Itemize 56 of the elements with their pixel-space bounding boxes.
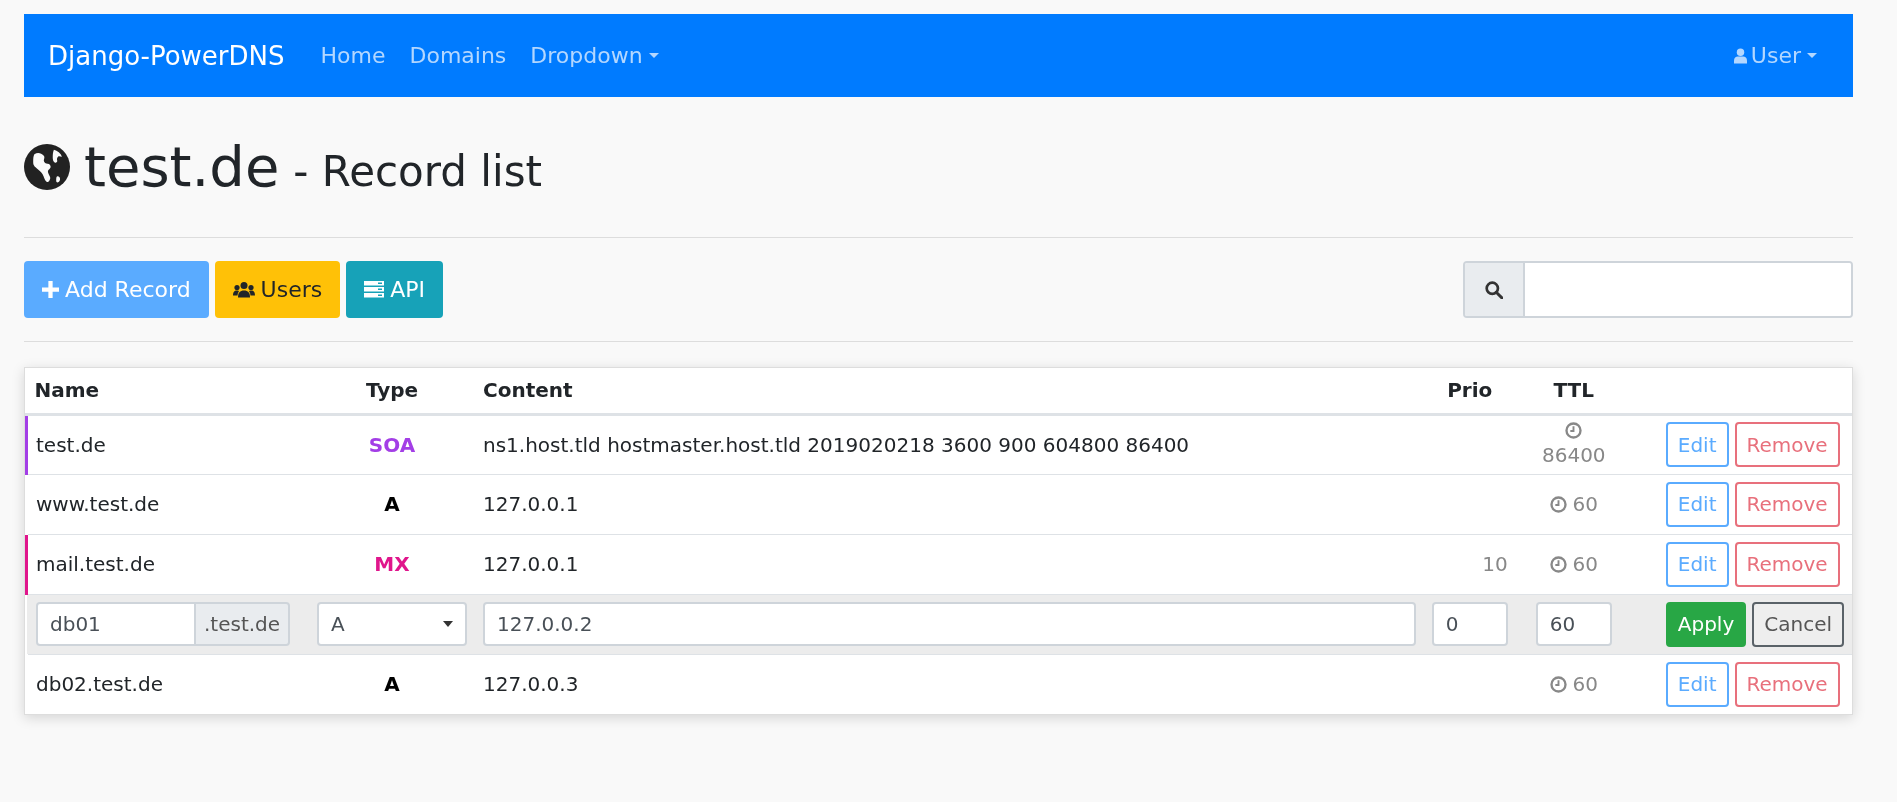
record-type: A — [309, 474, 475, 534]
cancel-button[interactable]: Cancel — [1752, 601, 1844, 647]
caret-icon — [648, 53, 659, 58]
domain-title: test.de — [84, 139, 280, 195]
ttl-value: 86400 — [1541, 443, 1606, 467]
clock-icon — [1549, 675, 1567, 693]
nav-link[interactable]: Domains — [409, 43, 507, 68]
column-header: Type — [309, 368, 475, 414]
toolbar-button[interactable]: Add Record — [24, 261, 209, 318]
remove-button[interactable]: Remove — [1734, 481, 1840, 527]
ttl-field[interactable]: 60 — [1535, 602, 1612, 646]
table-cell: 127.0.0.1 — [475, 474, 1424, 534]
remove-button[interactable]: Remove — [1734, 541, 1840, 587]
column-header: Name — [26, 368, 309, 414]
person-icon — [1733, 47, 1747, 64]
ttl-value: 60 — [1572, 672, 1598, 697]
clock-icon — [1549, 495, 1567, 513]
caret-icon — [1807, 53, 1817, 58]
edit-button[interactable]: Edit — [1665, 481, 1729, 527]
caret-icon — [443, 621, 453, 627]
toolbar-button[interactable]: Users — [214, 261, 341, 318]
page-subtitle: - Record list — [293, 151, 542, 193]
plus-icon — [42, 281, 59, 298]
name-field[interactable]: db01 — [36, 602, 196, 646]
domain-suffix: .test.de — [196, 602, 291, 646]
clock-icon — [1565, 422, 1583, 439]
edit-button[interactable]: Edit — [1665, 422, 1729, 467]
nav-link[interactable]: Dropdown — [530, 43, 659, 68]
globe-icon — [24, 144, 70, 190]
column-header: TTL — [1515, 368, 1632, 414]
user-menu[interactable]: User — [1733, 43, 1817, 68]
table-cell: ns1.host.tld hostmaster.host.tld 2019020218 3600 900 604800 86400 — [475, 414, 1424, 474]
nav-link[interactable]: Home — [320, 43, 386, 68]
content-field[interactable]: 127.0.0.2 — [483, 602, 1416, 646]
type-select[interactable]: A — [317, 602, 467, 646]
edit-button[interactable]: Edit — [1665, 541, 1729, 587]
people-icon — [232, 281, 255, 298]
table-cell: db02.test.de — [26, 654, 309, 714]
record-type: A — [309, 654, 475, 714]
record-type: SOA — [309, 414, 475, 474]
prio-field[interactable]: 0 — [1431, 602, 1508, 646]
table-cell: www.test.de — [26, 474, 309, 534]
table-cell: 127.0.0.3 — [475, 654, 1424, 714]
edit-button[interactable]: Edit — [1665, 661, 1729, 707]
ttl-value: 60 — [1572, 492, 1598, 516]
remove-button[interactable]: Remove — [1734, 661, 1840, 707]
server-icon — [364, 281, 385, 298]
table-cell: test.de — [26, 414, 309, 474]
remove-button[interactable]: Remove — [1734, 422, 1840, 467]
column-header: Content — [475, 368, 1424, 414]
ttl-value: 60 — [1572, 552, 1598, 576]
toolbar-button[interactable]: API — [346, 261, 444, 318]
apply-button[interactable]: Apply — [1665, 601, 1747, 647]
column-header: Prio — [1423, 368, 1516, 414]
brand-link[interactable]: Django-PowerDNS — [48, 40, 285, 71]
clock-icon — [1549, 555, 1567, 573]
